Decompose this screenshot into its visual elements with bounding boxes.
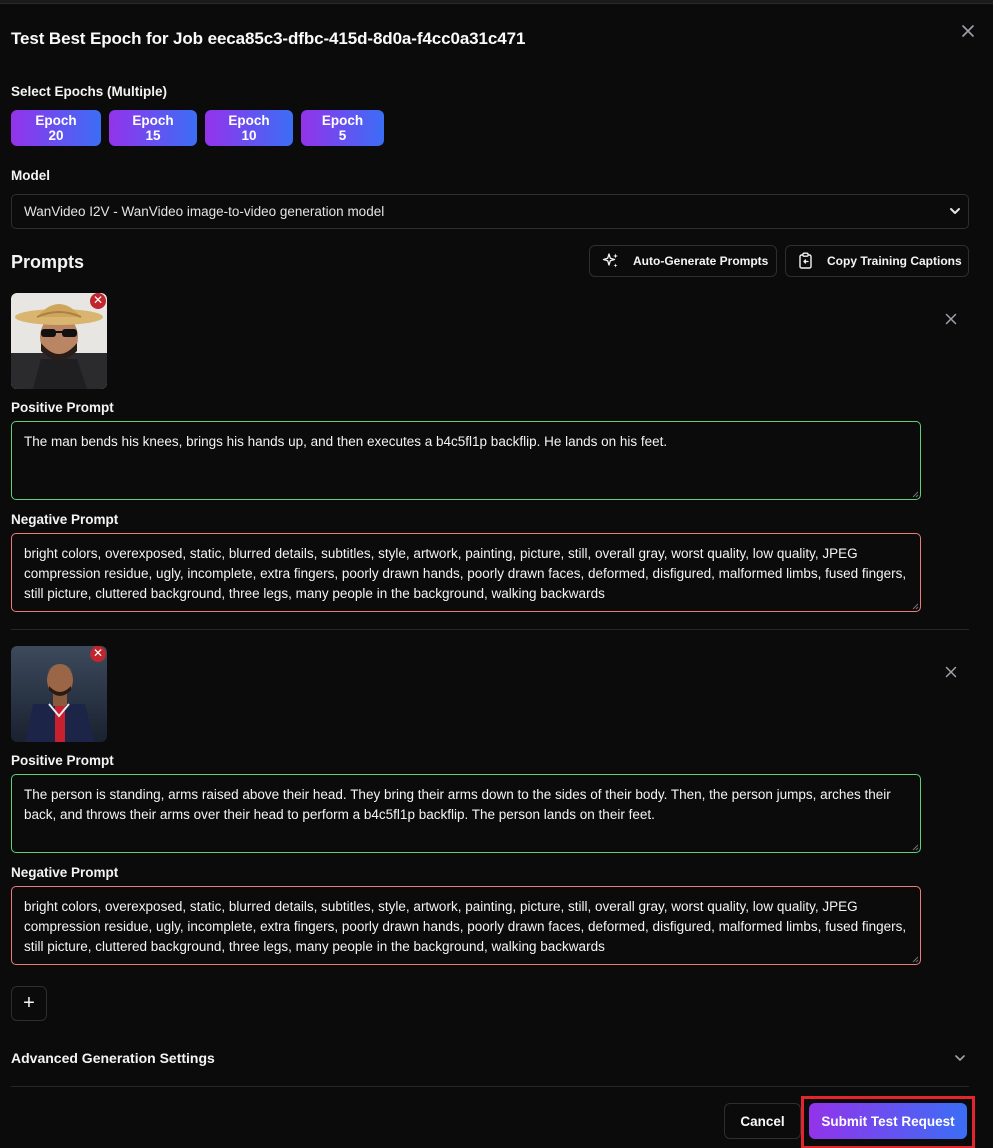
negative-prompt-2-text: bright colors, overexposed, static, blur… [24, 899, 907, 954]
dialog-title: Test Best Epoch for Job eeca85c3-dfbc-41… [11, 29, 526, 48]
negative-prompt-2-input[interactable]: bright colors, overexposed, static, blur… [11, 886, 921, 965]
auto-generate-label: Auto-Generate Prompts [633, 254, 769, 268]
clipboard-copy-icon [799, 252, 812, 269]
negative-prompt-1-label: Negative Prompt [11, 512, 119, 527]
model-select-value: WanVideo I2V - WanVideo image-to-video g… [24, 204, 385, 219]
epoch-20-button[interactable]: Epoch 20 [11, 110, 101, 146]
model-label: Model [11, 168, 50, 183]
cancel-button[interactable]: Cancel [724, 1103, 801, 1139]
negative-prompt-2-label: Negative Prompt [11, 865, 119, 880]
footer-divider [11, 1086, 969, 1087]
remove-prompt-1-icon[interactable] [941, 309, 961, 329]
remove-image-2-button[interactable]: ✕ [90, 646, 106, 662]
negative-prompt-1-input[interactable]: bright colors, overexposed, static, blur… [11, 533, 921, 612]
resize-handle-icon[interactable] [911, 843, 919, 851]
resize-handle-icon[interactable] [911, 955, 919, 963]
epochs-label: Select Epochs (Multiple) [11, 84, 168, 99]
copy-captions-label: Copy Training Captions [827, 254, 962, 268]
positive-prompt-2-label: Positive Prompt [11, 753, 114, 768]
positive-prompt-1-label: Positive Prompt [11, 400, 114, 415]
resize-handle-icon[interactable] [911, 490, 919, 498]
add-prompt-button[interactable]: + [11, 986, 47, 1021]
positive-prompt-2-text: The person is standing, arms raised abov… [24, 787, 891, 822]
auto-generate-prompts-button[interactable]: Auto-Generate Prompts [589, 245, 777, 277]
submit-highlight-frame: Submit Test Request [801, 1096, 975, 1148]
advanced-settings-label[interactable]: Advanced Generation Settings [11, 1050, 215, 1066]
epoch-15-button[interactable]: Epoch 15 [109, 110, 197, 146]
remove-image-1-button[interactable]: ✕ [90, 293, 106, 309]
epoch-10-button[interactable]: Epoch 10 [205, 110, 293, 146]
resize-handle-icon[interactable] [911, 602, 919, 610]
prompt-divider [11, 629, 969, 630]
epoch-selector: Epoch 20 Epoch 15 Epoch 10 Epoch 5 [11, 110, 384, 146]
negative-prompt-1-text: bright colors, overexposed, static, blur… [24, 546, 907, 601]
sparkles-icon [602, 253, 618, 268]
positive-prompt-1-input[interactable]: The man bends his knees, brings his hand… [11, 421, 921, 500]
copy-training-captions-button[interactable]: Copy Training Captions [785, 245, 969, 277]
epoch-5-button[interactable]: Epoch 5 [301, 110, 384, 146]
model-select[interactable]: WanVideo I2V - WanVideo image-to-video g… [11, 194, 969, 229]
positive-prompt-2-input[interactable]: The person is standing, arms raised abov… [11, 774, 921, 853]
close-icon[interactable] [958, 21, 978, 41]
positive-prompt-1-text: The man bends his knees, brings his hand… [24, 434, 668, 449]
submit-test-request-button[interactable]: Submit Test Request [809, 1103, 967, 1139]
remove-prompt-2-icon[interactable] [941, 662, 961, 682]
chevron-down-icon [950, 208, 960, 214]
chevron-down-icon[interactable] [952, 1050, 968, 1066]
prompts-heading: Prompts [11, 252, 85, 272]
test-epoch-dialog: Test Best Epoch for Job eeca85c3-dfbc-41… [0, 4, 993, 1148]
